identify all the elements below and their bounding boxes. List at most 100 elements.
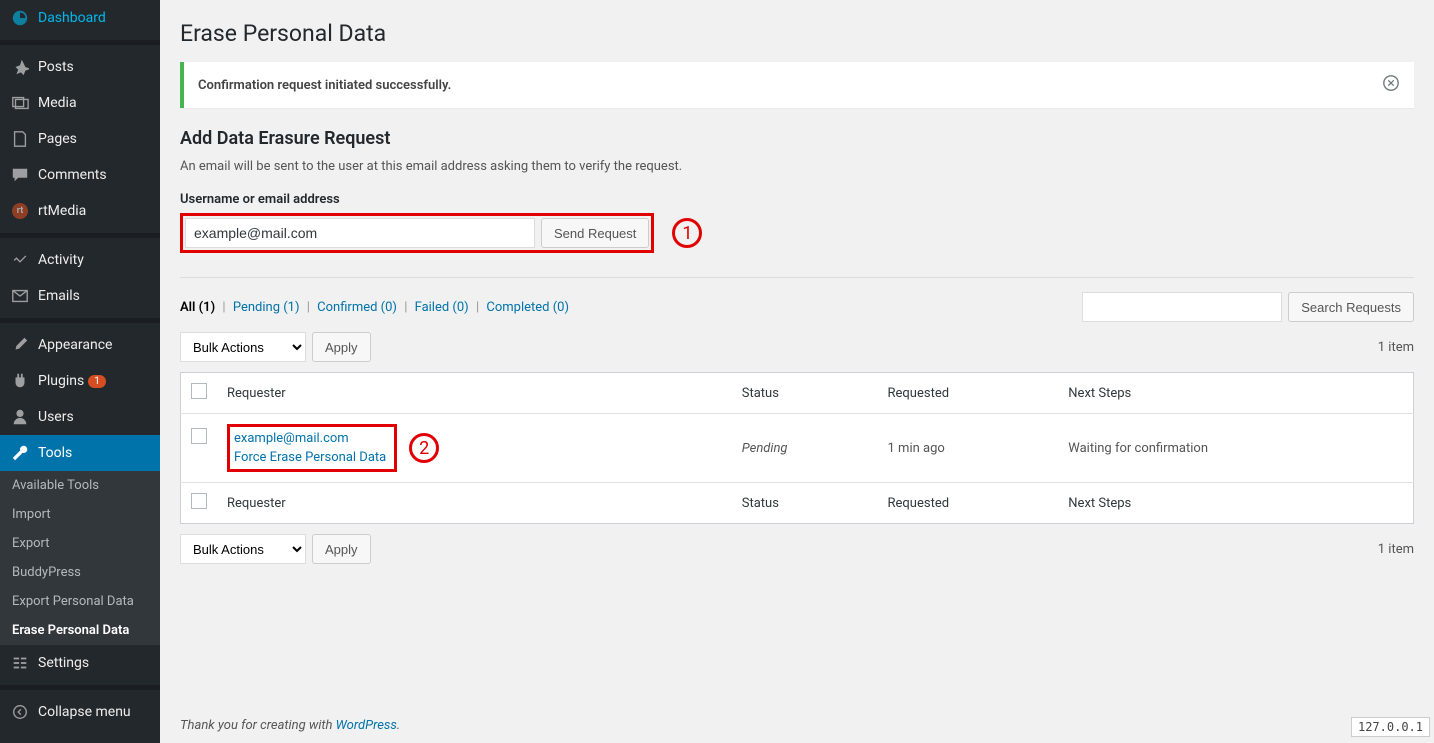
admin-footer: Thank you for creating with WordPress. V… [180, 700, 1414, 743]
sidebar-item-tools[interactable]: Tools [0, 435, 160, 471]
sidebar-separator [0, 233, 160, 238]
comment-icon [10, 165, 30, 185]
section-description: An email will be sent to the user at thi… [180, 159, 1414, 174]
send-request-button[interactable]: Send Request [541, 218, 649, 248]
sidebar-label: Activity [38, 252, 84, 268]
ip-address-box: 127.0.0.1 [1351, 717, 1430, 737]
force-erase-link[interactable]: Force Erase Personal Data [234, 450, 386, 465]
sidebar-item-media[interactable]: Media [0, 85, 160, 121]
status-cell: Pending [742, 441, 788, 456]
collapse-menu-button[interactable]: Collapse menu [0, 694, 160, 730]
sidebar-sub-available-tools[interactable]: Available Tools [0, 471, 160, 500]
sidebar-sub-export-personal-data[interactable]: Export Personal Data [0, 587, 160, 616]
sidebar-label: Users [38, 409, 74, 425]
sidebar-sub-buddypress[interactable]: BuddyPress [0, 558, 160, 587]
plugin-icon [10, 371, 30, 391]
footer-thanks: Thank you for creating with [180, 718, 336, 733]
sidebar-label: Media [38, 95, 77, 111]
sidebar-item-rtmedia[interactable]: rt rtMedia [0, 193, 160, 229]
requested-cell: 1 min ago [878, 414, 1059, 483]
page-title: Erase Personal Data [180, 20, 1414, 47]
sidebar-sub-export[interactable]: Export [0, 529, 160, 558]
sidebar-item-plugins[interactable]: Plugins 1 [0, 363, 160, 399]
col-footer-requester: Requester [217, 483, 732, 524]
sidebar-sub-import[interactable]: Import [0, 500, 160, 529]
pin-icon [10, 57, 30, 77]
apply-bulk-button-top[interactable]: Apply [312, 332, 371, 362]
section-title: Add Data Erasure Request [180, 128, 1414, 149]
brush-icon [10, 335, 30, 355]
sidebar-item-users[interactable]: Users [0, 399, 160, 435]
apply-bulk-button-bottom[interactable]: Apply [312, 534, 371, 564]
rtmedia-icon: rt [10, 201, 30, 221]
email-input[interactable] [185, 218, 535, 248]
col-header-next-steps[interactable]: Next Steps [1058, 373, 1413, 414]
row-checkbox[interactable] [191, 428, 207, 444]
sidebar-separator [0, 40, 160, 45]
sidebar-label: Tools [38, 445, 72, 461]
item-count-bottom: 1 item [1378, 542, 1414, 557]
filter-pending[interactable]: Pending (1) [233, 300, 300, 315]
sidebar-separator [0, 318, 160, 323]
sidebar-label: rtMedia [38, 203, 86, 219]
col-header-requested[interactable]: Requested [878, 373, 1059, 414]
status-filter-links: All (1) | Pending (1) | Confirmed (0) | … [180, 300, 569, 315]
dashboard-icon [10, 8, 30, 28]
col-header-status[interactable]: Status [732, 373, 878, 414]
annotation-marker-1: 1 [672, 218, 702, 248]
annotation-marker-2: 2 [409, 433, 439, 463]
sidebar-item-emails[interactable]: Emails [0, 278, 160, 314]
user-icon [10, 407, 30, 427]
collapse-icon [10, 702, 30, 722]
settings-icon [10, 653, 30, 673]
main-content: Erase Personal Data Confirmation request… [160, 0, 1434, 743]
select-all-checkbox-bottom[interactable] [191, 493, 207, 509]
annotation-highlight-1: Send Request [180, 213, 654, 253]
sidebar-separator [0, 685, 160, 690]
filter-confirmed[interactable]: Confirmed (0) [317, 300, 397, 315]
update-badge: 1 [88, 375, 106, 388]
select-all-checkbox-top[interactable] [191, 383, 207, 399]
col-header-requester[interactable]: Requester [217, 373, 732, 414]
collapse-label: Collapse menu [38, 704, 131, 720]
next-steps-cell: Waiting for confirmation [1058, 414, 1413, 483]
dismiss-notice-button[interactable] [1382, 74, 1400, 96]
sidebar-item-activity[interactable]: Activity [0, 242, 160, 278]
media-icon [10, 93, 30, 113]
table-row: example@mail.com Force Erase Personal Da… [181, 414, 1414, 483]
annotation-highlight-2: example@mail.com Force Erase Personal Da… [227, 424, 397, 472]
requester-email-link[interactable]: example@mail.com [234, 431, 349, 446]
email-field-label: Username or email address [180, 192, 1414, 207]
sidebar-label: Settings [38, 655, 89, 671]
sidebar-label: Plugins [38, 373, 84, 389]
item-count-top: 1 item [1378, 340, 1414, 355]
wordpress-link[interactable]: WordPress [336, 718, 397, 733]
requests-table: Requester Status Requested Next Steps ex… [180, 372, 1414, 524]
filter-completed[interactable]: Completed (0) [486, 300, 569, 315]
notice-text: Confirmation request initiated successfu… [198, 78, 451, 93]
sidebar-label: Posts [38, 59, 74, 75]
sidebar-item-posts[interactable]: Posts [0, 49, 160, 85]
col-footer-status: Status [732, 483, 878, 524]
sidebar-item-settings[interactable]: Settings [0, 645, 160, 681]
search-input[interactable] [1082, 292, 1282, 322]
sidebar-label: Dashboard [38, 10, 106, 26]
sidebar-sub-erase-personal-data[interactable]: Erase Personal Data [0, 616, 160, 645]
sidebar-label: Comments [38, 167, 107, 183]
col-footer-requested: Requested [878, 483, 1059, 524]
sidebar-item-dashboard[interactable]: Dashboard [0, 0, 160, 36]
sidebar-label: Emails [38, 288, 80, 304]
sidebar-item-appearance[interactable]: Appearance [0, 327, 160, 363]
admin-sidebar: Dashboard Posts Media Pages Comments rt … [0, 0, 160, 743]
filter-failed[interactable]: Failed (0) [415, 300, 469, 315]
sidebar-item-pages[interactable]: Pages [0, 121, 160, 157]
sidebar-label: Appearance [38, 337, 112, 353]
sidebar-item-comments[interactable]: Comments [0, 157, 160, 193]
bulk-actions-select-top[interactable]: Bulk Actions [180, 332, 306, 362]
page-icon [10, 129, 30, 149]
bulk-actions-select-bottom[interactable]: Bulk Actions [180, 534, 306, 564]
email-icon [10, 286, 30, 306]
success-notice: Confirmation request initiated successfu… [180, 62, 1414, 108]
filter-all[interactable]: All (1) [180, 300, 215, 315]
search-requests-button[interactable]: Search Requests [1288, 292, 1414, 322]
